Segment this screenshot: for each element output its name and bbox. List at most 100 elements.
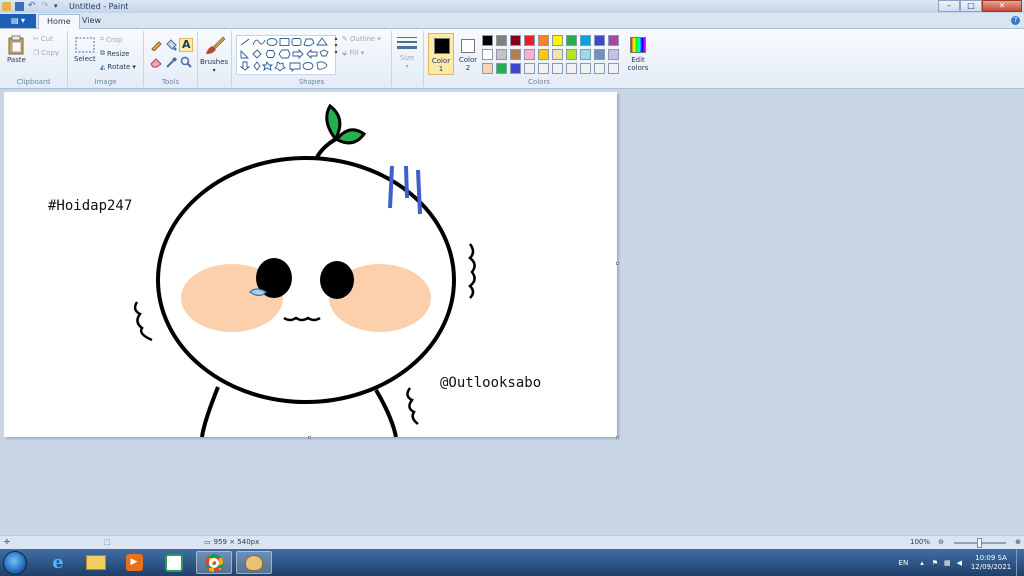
maximize-button[interactable]: □ (960, 0, 982, 12)
zoom-level-text: 100% (909, 538, 930, 546)
zoom-in-button[interactable]: ⊕ (1015, 538, 1021, 546)
pencil-tool[interactable] (149, 38, 163, 52)
canvas-text-hashtag: #Hoidap247 (48, 198, 133, 214)
text-a-icon: A (182, 38, 191, 51)
help-icon[interactable]: ? (1011, 16, 1020, 25)
text-tool[interactable]: A (179, 38, 193, 52)
cut-label: Cut (40, 35, 53, 43)
volume-icon[interactable]: ◀ (957, 559, 962, 567)
zoom-out-button[interactable]: ⊖ (938, 538, 944, 546)
brushes-button[interactable]: Brushes ▾ (200, 35, 228, 74)
palette-swatch[interactable] (594, 49, 605, 60)
cut-button[interactable]: ✂ Cut (33, 35, 53, 43)
palette-swatch[interactable] (608, 63, 619, 74)
eraser-tool[interactable] (149, 55, 163, 69)
canvas-size-text: 959 × 540px (213, 538, 260, 546)
show-hidden-icons[interactable]: ▴ (920, 559, 924, 567)
zoom-slider[interactable] (954, 538, 1006, 548)
palette-swatch[interactable] (580, 49, 591, 60)
color2-button[interactable]: Color 2 (456, 33, 480, 75)
fill-tool[interactable] (164, 38, 178, 52)
palette-swatch[interactable] (580, 63, 591, 74)
shapes-gallery[interactable] (236, 35, 336, 75)
action-center-icon[interactable]: ⚑ (932, 559, 938, 567)
palette-swatch[interactable] (482, 49, 493, 60)
palette-swatch[interactable] (552, 49, 563, 60)
zoom-slider-thumb[interactable] (977, 538, 982, 548)
clipboard-group: Paste ✂ Cut ❐ Copy Clipboard (0, 31, 68, 87)
palette-swatch[interactable] (524, 49, 535, 60)
palette-swatch[interactable] (552, 35, 563, 46)
taskbar-paint[interactable] (236, 551, 272, 574)
color1-button[interactable]: Color 1 (428, 33, 454, 75)
palette-swatch[interactable] (566, 63, 577, 74)
undo-icon[interactable]: ↶ (28, 2, 37, 11)
minimize-button[interactable]: – (938, 0, 960, 12)
palette-swatch[interactable] (608, 35, 619, 46)
color-wheel-icon (630, 37, 646, 53)
edit-colors-button[interactable]: Edit colors (624, 35, 650, 77)
palette-swatch[interactable] (538, 49, 549, 60)
tools-group: A Tools (144, 31, 198, 87)
palette-swatch[interactable] (552, 63, 563, 74)
palette-swatch[interactable] (510, 63, 521, 74)
palette-swatch[interactable] (566, 35, 577, 46)
image-group-label: Image (94, 78, 117, 86)
palette-swatch[interactable] (524, 35, 535, 46)
language-indicator[interactable]: EN (899, 559, 909, 567)
palette-swatch[interactable] (594, 63, 605, 74)
copy-button[interactable]: ❐ Copy (33, 49, 59, 57)
resize-handle-right[interactable] (616, 262, 619, 265)
outline-button[interactable]: ✎ Outline ▾ (342, 35, 381, 43)
shapes-scroll[interactable]: ▴ ▾ ▾ (332, 35, 340, 56)
tab-view[interactable]: View (74, 14, 109, 29)
canvas-size: ▭ 959 × 540px (204, 538, 259, 546)
taskbar-app[interactable] (156, 551, 192, 574)
fill-button[interactable]: ⬙ Fill ▾ (342, 49, 364, 57)
customize-toolbar-icon[interactable]: ▾ (54, 2, 63, 11)
taskbar-chrome[interactable] (196, 551, 232, 574)
paint-menu-button[interactable]: ▤ ▾ (0, 14, 36, 28)
start-button[interactable] (3, 551, 27, 575)
palette-swatch[interactable] (594, 35, 605, 46)
color-picker-tool[interactable] (164, 55, 178, 69)
palette-swatch[interactable] (566, 49, 577, 60)
paste-button[interactable]: Paste (7, 35, 26, 64)
tools-group-label: Tools (161, 78, 180, 86)
eyedropper-icon (166, 57, 177, 68)
palette-swatch[interactable] (538, 63, 549, 74)
palette-swatch[interactable] (580, 35, 591, 46)
palette-swatch[interactable] (482, 35, 493, 46)
sweat-line-1 (388, 165, 394, 209)
taskbar-media-player[interactable]: ▶ (116, 551, 152, 574)
palette-swatch[interactable] (510, 49, 521, 60)
redo-icon[interactable]: ↷ (41, 2, 50, 11)
palette-swatch[interactable] (496, 35, 507, 46)
resize-button[interactable]: ⧉ Resize (100, 49, 129, 58)
taskbar-explorer[interactable] (78, 551, 114, 574)
palette-swatch[interactable] (496, 63, 507, 74)
magnifier-tool[interactable] (179, 55, 193, 69)
select-button[interactable]: Select (74, 37, 96, 63)
save-icon[interactable] (15, 2, 24, 11)
size-button[interactable]: Size ▾ (396, 35, 418, 70)
show-desktop-button[interactable] (1016, 549, 1024, 576)
taskbar-ie[interactable]: e (40, 551, 76, 574)
clock-date: 12/09/2021 (970, 562, 1012, 571)
palette-swatch[interactable] (482, 63, 493, 74)
palette-swatch[interactable] (608, 49, 619, 60)
system-tray: EN ▴ ⚑ ▦ ◀ 10:09 SA 12/09/2021 (899, 549, 1024, 576)
network-icon[interactable]: ▦ (944, 559, 951, 567)
clock[interactable]: 10:09 SA 12/09/2021 (968, 554, 1014, 572)
crop-button[interactable]: ⌗ Crop (100, 35, 122, 44)
close-button[interactable]: ✕ (982, 0, 1022, 12)
drawing-canvas[interactable]: #Hoidap247 @Outlooksabo (4, 92, 617, 437)
palette-swatch[interactable] (538, 35, 549, 46)
ribbon: Paste ✂ Cut ❐ Copy Clipboard Select ⌗ Crop … (0, 29, 1024, 89)
palette-swatch[interactable] (496, 49, 507, 60)
resize-handle-bottom[interactable] (308, 436, 311, 439)
palette-swatch[interactable] (510, 35, 521, 46)
palette-swatch[interactable] (524, 63, 535, 74)
resize-handle-corner[interactable] (616, 436, 619, 439)
rotate-button[interactable]: ◭ Rotate ▾ (100, 63, 136, 71)
